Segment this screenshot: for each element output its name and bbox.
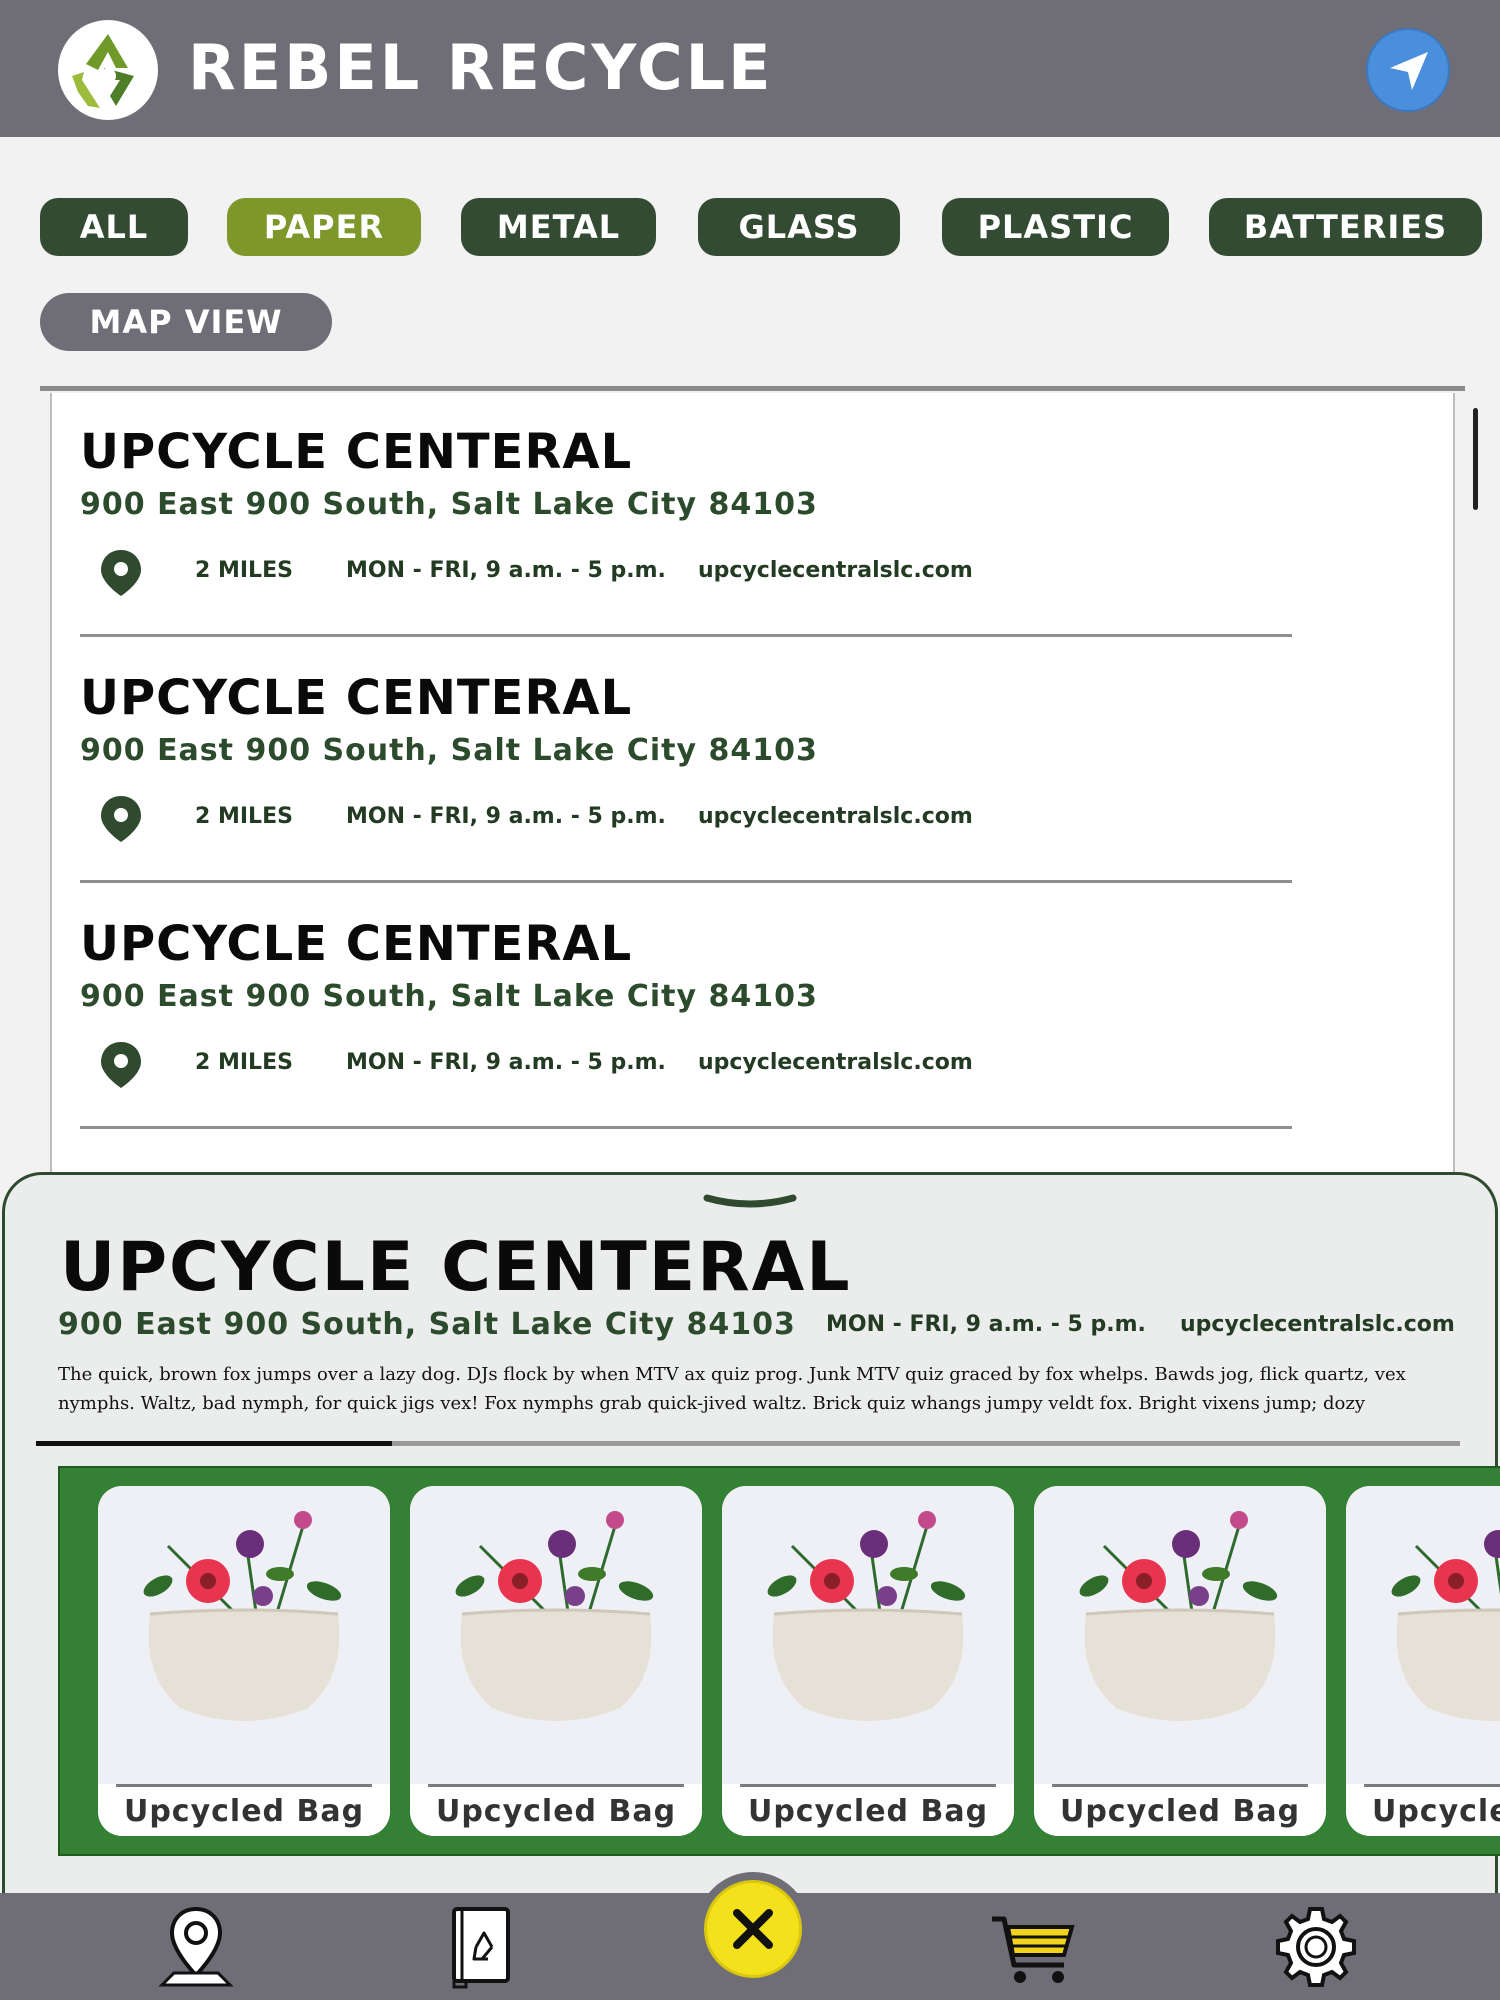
location-website-link[interactable]: upcyclecentralslc.com: [698, 1048, 973, 1078]
settings-gear-icon: [1276, 1907, 1356, 1987]
location-website-link[interactable]: upcyclecentralslc.com: [698, 556, 973, 586]
close-button[interactable]: [704, 1880, 802, 1978]
location-address: 900 East 900 South, Salt Lake City 84103: [80, 979, 818, 1014]
product-image: [1346, 1486, 1500, 1784]
detail-address: 900 East 900 South, Salt Lake City 84103: [58, 1307, 796, 1342]
location-hours: MON - FRI, 9 a.m. - 5 p.m.: [346, 558, 666, 583]
location-hours: MON - FRI, 9 a.m. - 5 p.m.: [346, 1050, 666, 1075]
navigation-arrow-icon: [1390, 52, 1428, 90]
product-card[interactable]: Upcycled Bag: [1346, 1486, 1500, 1836]
product-name: Upcycled Bag: [1059, 1794, 1301, 1829]
row-divider: [80, 880, 1292, 883]
location-pin-icon: [101, 796, 141, 842]
product-card[interactable]: Upcycled Bag: [1034, 1486, 1326, 1836]
map-view-button[interactable]: MAP VIEW: [40, 293, 332, 351]
list-divider: [40, 386, 1465, 391]
product-name: Upcycled Bag: [123, 1794, 365, 1829]
filter-chip-glass[interactable]: GLASS: [698, 198, 900, 256]
detail-description: The quick, brown fox jumps over a lazy d…: [58, 1364, 1406, 1414]
product-divider: [1052, 1784, 1308, 1787]
filter-chip-plastic[interactable]: PLASTIC: [942, 198, 1169, 256]
location-list[interactable]: UPCYCLE CENTERAL 900 East 900 South, Sal…: [50, 393, 1455, 1193]
sheet-drag-handle[interactable]: [703, 1192, 797, 1212]
location-distance: 2 MILES: [195, 804, 293, 829]
list-scrollbar[interactable]: [1473, 408, 1478, 510]
product-divider: [740, 1784, 996, 1787]
location-list-item[interactable]: UPCYCLE CENTERAL 900 East 900 South, Sal…: [52, 885, 1453, 1131]
location-website-link[interactable]: upcyclecentralslc.com: [698, 802, 973, 832]
product-card[interactable]: Upcycled Bag: [98, 1486, 390, 1836]
detail-title: UPCYCLE CENTERAL: [60, 1228, 852, 1307]
location-address: 900 East 900 South, Salt Lake City 84103: [80, 487, 818, 522]
location-hours: MON - FRI, 9 a.m. - 5 p.m.: [346, 804, 666, 829]
tab-shop[interactable]: [988, 1903, 1076, 1991]
location-name: UPCYCLE CENTERAL: [80, 670, 633, 726]
location-list-item[interactable]: UPCYCLE CENTERAL 900 East 900 South, Sal…: [52, 393, 1453, 639]
location-list-item[interactable]: UPCYCLE CENTERAL 900 East 900 South, Sal…: [52, 639, 1453, 885]
tab-guide[interactable]: [436, 1903, 524, 1991]
location-name: UPCYCLE CENTERAL: [80, 916, 633, 972]
product-divider: [428, 1784, 684, 1787]
filter-chip-batteries[interactable]: BATTERIES: [1209, 198, 1482, 256]
product-name: Upcycled Bag: [1371, 1794, 1500, 1829]
location-distance: 2 MILES: [195, 1050, 293, 1075]
product-image: [98, 1486, 390, 1784]
app-title: REBEL RECYCLE: [188, 31, 774, 104]
product-carousel[interactable]: Upcycled Bag Upcycled Bag Upcycled Bag U…: [58, 1466, 1500, 1856]
product-card[interactable]: Upcycled Bag: [722, 1486, 1014, 1836]
detail-website-link[interactable]: upcyclecentralslc.com: [1180, 1310, 1455, 1340]
location-pin-icon: [101, 550, 141, 596]
product-divider: [116, 1784, 372, 1787]
row-divider: [80, 634, 1292, 637]
filter-chip-metal[interactable]: METAL: [461, 198, 656, 256]
product-divider: [1364, 1784, 1500, 1787]
product-image: [410, 1486, 702, 1784]
product-name: Upcycled Bag: [747, 1794, 989, 1829]
tab-settings[interactable]: [1272, 1903, 1360, 1991]
detail-hours: MON - FRI, 9 a.m. - 5 p.m.: [826, 1312, 1146, 1337]
filter-chip-all[interactable]: ALL: [40, 198, 188, 256]
product-name: Upcycled Bag: [435, 1794, 677, 1829]
product-image: [1034, 1486, 1326, 1784]
location-distance: 2 MILES: [195, 558, 293, 583]
detail-scroll-thumb[interactable]: [36, 1441, 392, 1446]
location-address: 900 East 900 South, Salt Lake City 84103: [80, 733, 818, 768]
row-divider: [80, 1126, 1292, 1129]
product-image: [722, 1486, 1014, 1784]
map-pin-icon: [158, 1906, 234, 1987]
detail-scroll-track[interactable]: [36, 1441, 1460, 1446]
location-name: UPCYCLE CENTERAL: [80, 424, 633, 480]
location-pin-icon: [101, 1042, 141, 1088]
recycle-guide-book-icon: [452, 1907, 510, 1989]
close-icon: [733, 1909, 773, 1949]
product-card[interactable]: Upcycled Bag: [410, 1486, 702, 1836]
navigate-button[interactable]: [1366, 28, 1450, 112]
recycle-logo-icon: [58, 20, 158, 120]
shopping-cart-icon: [992, 1916, 1075, 1983]
filter-chip-paper[interactable]: PAPER: [227, 198, 421, 256]
tab-map[interactable]: [152, 1903, 240, 1991]
